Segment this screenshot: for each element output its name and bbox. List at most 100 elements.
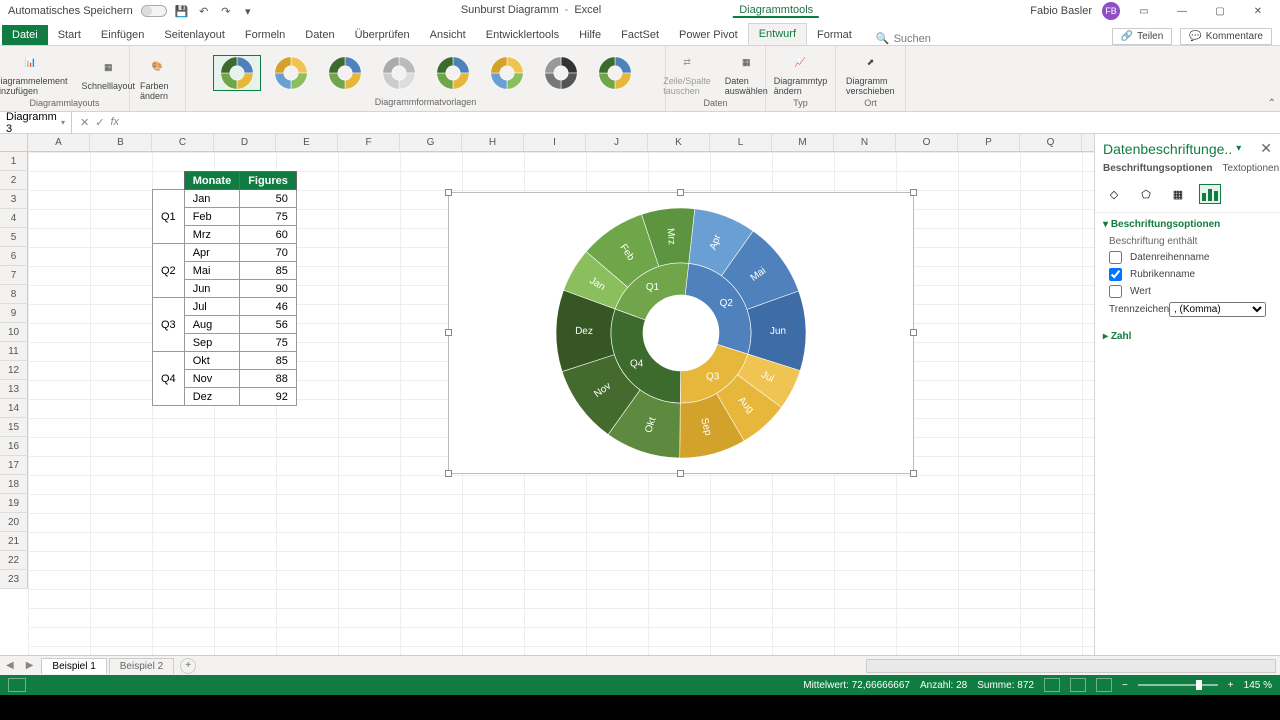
separator-select[interactable]: , (Komma) bbox=[1169, 302, 1266, 317]
row-header[interactable]: 8 bbox=[0, 285, 28, 304]
row-header[interactable]: 2 bbox=[0, 171, 28, 190]
comments-button[interactable]: 💬Kommentare bbox=[1180, 28, 1272, 45]
sunburst-chart[interactable]: JanFebMrzAprMaiJunJulAugSepOktNovDezQ1Q2… bbox=[551, 203, 811, 463]
add-sheet-button[interactable]: + bbox=[180, 658, 196, 674]
size-props-icon[interactable]: ▦ bbox=[1167, 184, 1189, 204]
ribbon-mode-icon[interactable]: ▭ bbox=[1130, 2, 1158, 20]
save-icon[interactable]: 💾 bbox=[175, 4, 189, 18]
sheet-nav-prev-icon[interactable]: ◀ bbox=[0, 660, 20, 671]
resize-handle[interactable] bbox=[677, 189, 684, 196]
col-header[interactable]: I bbox=[524, 134, 586, 151]
qat-dropdown-icon[interactable]: ▾ bbox=[241, 4, 255, 18]
change-colors-button[interactable]: 🎨Farben ändern bbox=[136, 53, 179, 103]
row-header[interactable]: 7 bbox=[0, 266, 28, 285]
chart-style-1[interactable] bbox=[213, 55, 261, 91]
select-all-corner[interactable] bbox=[0, 134, 28, 151]
row-header[interactable]: 13 bbox=[0, 380, 28, 399]
maximize-icon[interactable]: ▢ bbox=[1206, 2, 1234, 20]
avatar[interactable]: FB bbox=[1102, 2, 1120, 20]
label-options-icon[interactable] bbox=[1199, 184, 1221, 204]
row-header[interactable]: 16 bbox=[0, 437, 28, 456]
change-chart-type-button[interactable]: 📈Diagrammtyp ändern bbox=[770, 48, 832, 98]
section-number[interactable]: Zahl bbox=[1103, 331, 1272, 342]
pane-subtab-options[interactable]: Beschriftungsoptionen bbox=[1103, 163, 1212, 174]
row-header[interactable]: 11 bbox=[0, 342, 28, 361]
share-button[interactable]: 🔗Teilen bbox=[1112, 28, 1173, 45]
tab-daten[interactable]: Daten bbox=[295, 25, 344, 45]
col-header[interactable]: O bbox=[896, 134, 958, 151]
resize-handle[interactable] bbox=[445, 329, 452, 336]
col-header[interactable]: D bbox=[214, 134, 276, 151]
col-header[interactable]: B bbox=[90, 134, 152, 151]
cancel-formula-icon[interactable]: ✕ bbox=[80, 116, 89, 129]
col-header[interactable]: L bbox=[710, 134, 772, 151]
resize-handle[interactable] bbox=[910, 470, 917, 477]
tab-entwicklertools[interactable]: Entwicklertools bbox=[476, 25, 569, 45]
chart-style-2[interactable] bbox=[267, 55, 315, 91]
tab-seitenlayout[interactable]: Seitenlayout bbox=[154, 25, 235, 45]
move-chart-button[interactable]: ⬈Diagramm verschieben bbox=[842, 48, 899, 98]
resize-handle[interactable] bbox=[910, 189, 917, 196]
chart-style-4[interactable] bbox=[375, 55, 423, 91]
zoom-out-icon[interactable]: − bbox=[1122, 680, 1128, 691]
resize-handle[interactable] bbox=[910, 329, 917, 336]
tab-format[interactable]: Format bbox=[807, 25, 862, 45]
resize-handle[interactable] bbox=[677, 470, 684, 477]
zoom-slider[interactable] bbox=[1138, 684, 1218, 686]
tab-factset[interactable]: FactSet bbox=[611, 25, 669, 45]
row-header[interactable]: 17 bbox=[0, 456, 28, 475]
name-box[interactable]: Diagramm 3▾ bbox=[0, 111, 72, 135]
col-header[interactable]: M bbox=[772, 134, 834, 151]
checkbox-category-name[interactable] bbox=[1109, 268, 1122, 281]
chart-style-6[interactable] bbox=[483, 55, 531, 91]
tab-einfügen[interactable]: Einfügen bbox=[91, 25, 154, 45]
row-header[interactable]: 12 bbox=[0, 361, 28, 380]
horizontal-scrollbar[interactable] bbox=[866, 659, 1276, 673]
sheet-tab-1[interactable]: Beispiel 1 bbox=[41, 658, 106, 674]
row-header[interactable]: 23 bbox=[0, 570, 28, 589]
row-header[interactable]: 3 bbox=[0, 190, 28, 209]
col-header[interactable]: Q bbox=[1020, 134, 1082, 151]
row-header[interactable]: 14 bbox=[0, 399, 28, 418]
select-data-button[interactable]: ▦Daten auswählen bbox=[721, 48, 772, 98]
pane-subtab-text[interactable]: Textoptionen bbox=[1222, 163, 1279, 174]
col-header[interactable]: P bbox=[958, 134, 1020, 151]
fill-line-icon[interactable]: ◇ bbox=[1103, 184, 1125, 204]
row-header[interactable]: 5 bbox=[0, 228, 28, 247]
row-header[interactable]: 18 bbox=[0, 475, 28, 494]
col-header[interactable]: G bbox=[400, 134, 462, 151]
col-header[interactable]: J bbox=[586, 134, 648, 151]
fx-icon[interactable]: fx bbox=[110, 116, 119, 129]
switch-row-col-button[interactable]: ⇄Zeile/Spalte tauschen bbox=[659, 48, 715, 98]
undo-icon[interactable]: ↶ bbox=[197, 4, 211, 18]
tab-formeln[interactable]: Formeln bbox=[235, 25, 295, 45]
row-header[interactable]: 1 bbox=[0, 152, 28, 171]
pane-options-icon[interactable]: ▾ bbox=[1236, 143, 1241, 154]
chart-object[interactable]: JanFebMrzAprMaiJunJulAugSepOktNovDezQ1Q2… bbox=[448, 192, 914, 474]
row-header[interactable]: 6 bbox=[0, 247, 28, 266]
section-label-options[interactable]: Beschriftungsoptionen bbox=[1103, 219, 1272, 230]
chart-style-3[interactable] bbox=[321, 55, 369, 91]
macro-record-icon[interactable] bbox=[8, 678, 26, 692]
sheet-nav-next-icon[interactable]: ▶ bbox=[20, 660, 40, 671]
col-header[interactable]: A bbox=[28, 134, 90, 151]
col-header[interactable]: K bbox=[648, 134, 710, 151]
pane-close-icon[interactable]: ✕ bbox=[1260, 140, 1272, 157]
row-header[interactable]: 15 bbox=[0, 418, 28, 437]
tab-überprüfen[interactable]: Überprüfen bbox=[345, 25, 420, 45]
sheet-tab-2[interactable]: Beispiel 2 bbox=[109, 658, 174, 674]
zoom-in-icon[interactable]: + bbox=[1228, 680, 1234, 691]
col-header[interactable]: H bbox=[462, 134, 524, 151]
view-normal-icon[interactable] bbox=[1044, 678, 1060, 692]
tab-entwurf[interactable]: Entwurf bbox=[748, 23, 807, 45]
row-header[interactable]: 20 bbox=[0, 513, 28, 532]
col-header[interactable]: F bbox=[338, 134, 400, 151]
row-header[interactable]: 4 bbox=[0, 209, 28, 228]
resize-handle[interactable] bbox=[445, 189, 452, 196]
row-header[interactable]: 21 bbox=[0, 532, 28, 551]
confirm-formula-icon[interactable]: ✓ bbox=[95, 116, 104, 129]
row-header[interactable]: 9 bbox=[0, 304, 28, 323]
resize-handle[interactable] bbox=[445, 470, 452, 477]
chart-style-5[interactable] bbox=[429, 55, 477, 91]
autosave-toggle[interactable] bbox=[141, 5, 167, 17]
